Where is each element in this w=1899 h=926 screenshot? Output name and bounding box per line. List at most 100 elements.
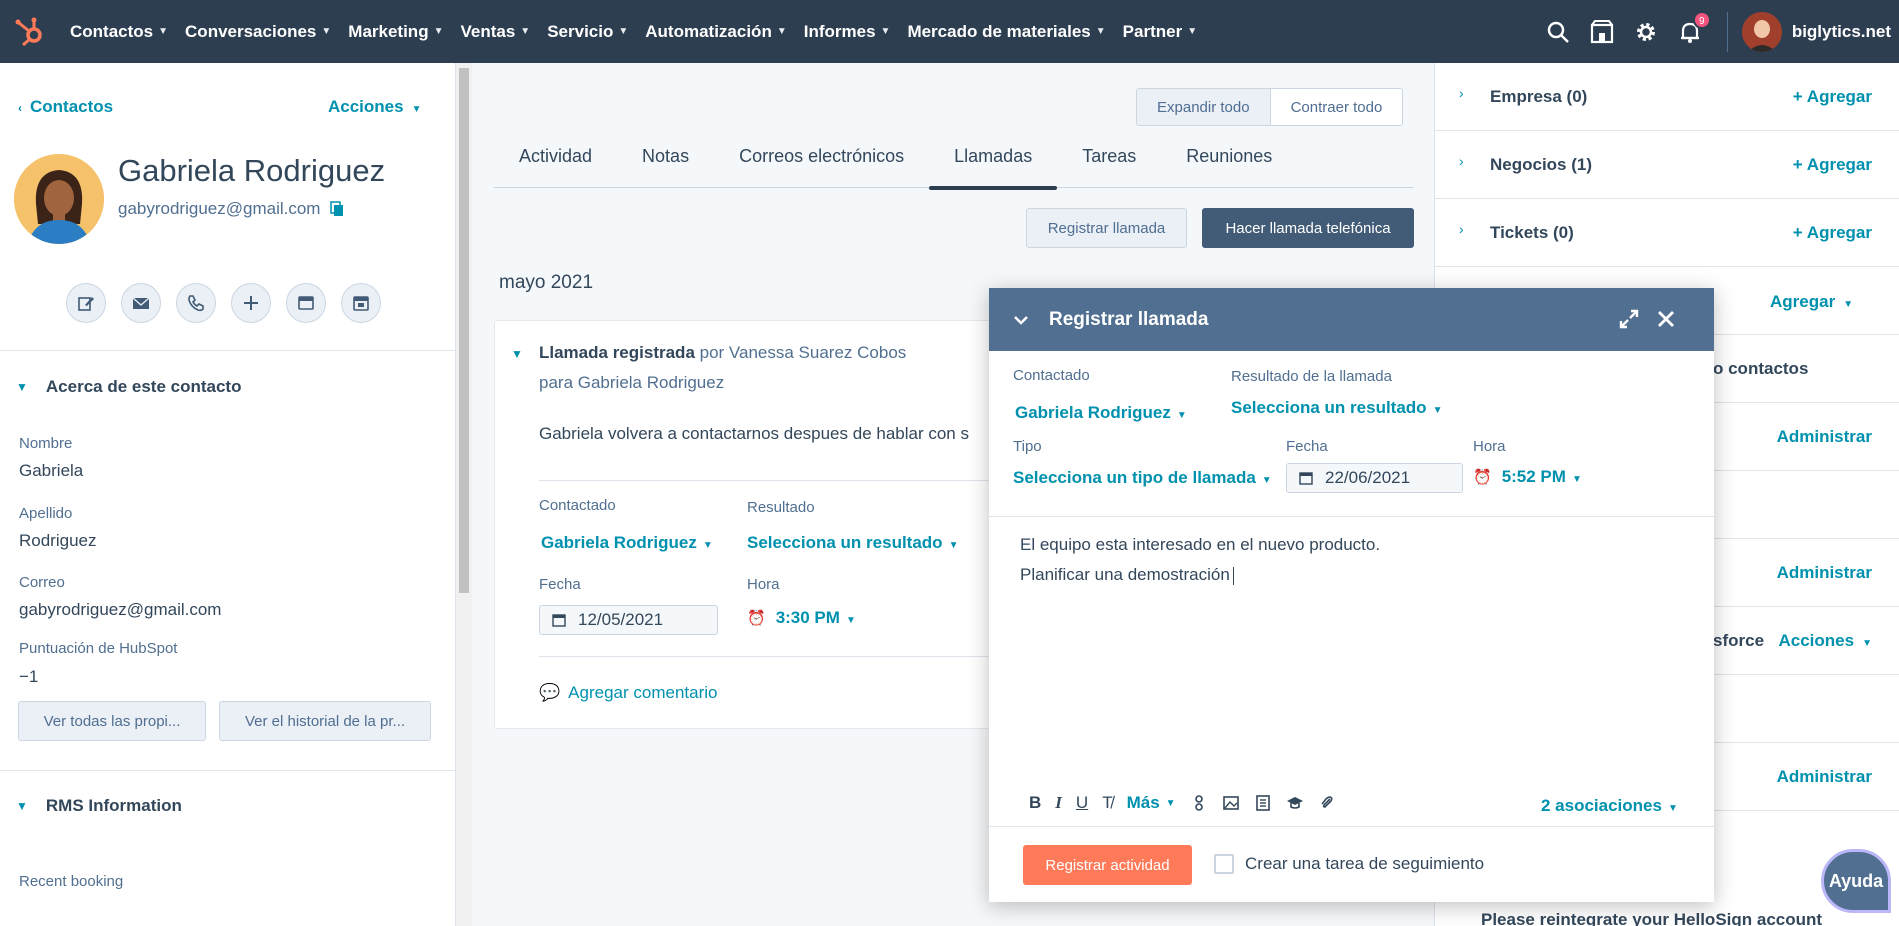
followup-task-label[interactable]: Crear una tarea de seguimiento: [1245, 854, 1484, 874]
add-task-button[interactable]: [231, 283, 271, 323]
tab-correos[interactable]: Correos electrónicos: [714, 146, 929, 188]
about-section-toggle[interactable]: ▼ Acerca de este contacto: [16, 377, 241, 397]
agregar-dropdown[interactable]: Agregar ▼: [1770, 292, 1853, 312]
modal-contacted-label: Contactado: [1013, 367, 1090, 384]
view-all-properties-button[interactable]: Ver todas las propi...: [18, 701, 206, 741]
prop-value-correo[interactable]: gabyrodriguez@gmail.com: [19, 600, 221, 620]
clear-format-icon[interactable]: T̸: [1102, 793, 1112, 813]
modal-date-input[interactable]: 22/06/2021: [1286, 463, 1463, 493]
salesforce-actions-dropdown[interactable]: Acciones ▼: [1779, 631, 1873, 651]
italic-icon[interactable]: I: [1055, 793, 1062, 813]
card-contacted-dropdown[interactable]: Gabriela Rodriguez ▼: [541, 533, 713, 553]
chevron-down-icon: ▼: [1187, 26, 1198, 37]
collapse-all-button[interactable]: Contraer todo: [1270, 89, 1403, 125]
expand-icon[interactable]: [1618, 308, 1640, 330]
image-icon[interactable]: [1222, 794, 1240, 812]
tab-llamadas[interactable]: Llamadas: [929, 146, 1058, 190]
prop-value-nombre[interactable]: Gabriela: [19, 461, 83, 481]
prop-value-apellido[interactable]: Rodriguez: [19, 531, 97, 551]
modal-time-dropdown[interactable]: ⏰ 5:52 PM ▼: [1473, 467, 1582, 487]
card-date-label: Fecha: [539, 576, 581, 593]
hubspot-logo-icon[interactable]: [12, 14, 48, 50]
modal-type-dropdown[interactable]: Selecciona un tipo de llamada ▼: [1013, 468, 1272, 488]
tab-actividad[interactable]: Actividad: [494, 146, 617, 188]
register-activity-button[interactable]: Registrar actividad: [1023, 845, 1192, 885]
card-result-dropdown[interactable]: Selecciona un resultado ▼: [747, 533, 958, 553]
chevron-right-icon[interactable]: ›: [1459, 221, 1464, 237]
chevron-down-icon[interactable]: ▼: [511, 347, 523, 361]
help-button[interactable]: Ayuda: [1821, 849, 1891, 913]
administrar-link-3[interactable]: Administrar: [1777, 767, 1872, 787]
empresa-section: › Empresa (0) + Agregar: [1435, 63, 1899, 131]
plus-icon: [244, 296, 258, 310]
modal-result-dropdown[interactable]: Selecciona un resultado ▼: [1231, 398, 1442, 418]
back-to-contacts-link[interactable]: ‹ Contactos: [18, 97, 113, 117]
expand-all-button[interactable]: Expandir todo: [1137, 89, 1271, 125]
nav-informes[interactable]: Informes ▼: [804, 22, 891, 42]
chevron-down-icon: ▼: [16, 380, 28, 394]
administrar-link-2[interactable]: Administrar: [1777, 563, 1872, 583]
scrollbar-thumb[interactable]: [459, 68, 469, 593]
logged-call-card: ▼ Llamada registrada por Vanessa Suarez …: [494, 320, 1034, 729]
associations-dropdown[interactable]: 2 asociaciones ▼: [1541, 796, 1678, 816]
administrar-link-1[interactable]: Administrar: [1777, 427, 1872, 447]
expand-collapse-group: Expandir todo Contraer todo: [1136, 88, 1404, 126]
make-call-button[interactable]: Hacer llamada telefónica: [1202, 208, 1414, 248]
tab-reuniones[interactable]: Reuniones: [1161, 146, 1297, 188]
card-time-dropdown[interactable]: ⏰ 3:30 PM ▼: [747, 608, 856, 628]
email-button[interactable]: [121, 283, 161, 323]
tab-tareas[interactable]: Tareas: [1057, 146, 1161, 188]
contact-name: Gabriela Rodriguez: [118, 153, 386, 188]
followup-task-checkbox[interactable]: [1214, 854, 1234, 874]
left-scrollbar[interactable]: [456, 63, 472, 926]
chevron-right-icon[interactable]: ›: [1459, 85, 1464, 101]
comment-icon: 💬: [539, 683, 561, 702]
add-comment-link[interactable]: 💬 Agregar comentario: [539, 683, 717, 703]
call-button[interactable]: [176, 283, 216, 323]
nav-automatizacion[interactable]: Automatización ▼: [645, 22, 786, 42]
account-name[interactable]: biglytics.net: [1792, 22, 1891, 42]
empresa-add-link[interactable]: + Agregar: [1793, 87, 1872, 107]
copy-icon[interactable]: [330, 201, 344, 217]
knowledge-icon[interactable]: [1286, 794, 1304, 812]
more-dropdown[interactable]: Más ▼: [1127, 793, 1176, 813]
card-date-input[interactable]: 12/05/2021: [539, 605, 718, 635]
search-icon[interactable]: [1545, 19, 1571, 45]
negocios-add-link[interactable]: + Agregar: [1793, 155, 1872, 175]
chevron-right-icon[interactable]: ›: [1459, 153, 1464, 169]
tab-notas[interactable]: Notas: [617, 146, 714, 188]
modal-contacted-dropdown[interactable]: Gabriela Rodriguez ▼: [1015, 403, 1187, 423]
nav-mercado[interactable]: Mercado de materiales ▼: [907, 22, 1105, 42]
empresa-title[interactable]: Empresa (0): [1490, 87, 1587, 107]
card-body-text[interactable]: Gabriela volvera a contactarnos despues …: [539, 424, 969, 444]
chevron-down-icon[interactable]: [1011, 310, 1031, 330]
note-button[interactable]: [66, 283, 106, 323]
marketplace-icon[interactable]: [1589, 19, 1615, 45]
snippet-icon[interactable]: [1254, 794, 1272, 812]
tickets-title[interactable]: Tickets (0): [1490, 223, 1574, 243]
attachment-icon[interactable]: [1318, 794, 1336, 812]
bold-icon[interactable]: B: [1029, 793, 1041, 813]
nav-contactos[interactable]: Contactos ▼: [70, 22, 168, 42]
nav-conversaciones[interactable]: Conversaciones ▼: [185, 22, 331, 42]
log-activity-button[interactable]: [286, 283, 326, 323]
log-call-button[interactable]: Registrar llamada: [1026, 208, 1187, 248]
meeting-button[interactable]: [341, 283, 381, 323]
negocios-title[interactable]: Negocios (1): [1490, 155, 1592, 175]
rms-section-toggle[interactable]: ▼ RMS Information: [16, 796, 182, 816]
actions-dropdown[interactable]: Acciones ▼: [328, 97, 422, 117]
link-icon[interactable]: [1190, 794, 1208, 812]
gear-icon[interactable]: [1633, 19, 1659, 45]
property-history-button[interactable]: Ver el historial de la pr...: [219, 701, 431, 741]
close-icon[interactable]: [1655, 308, 1677, 330]
underline-icon[interactable]: U: [1076, 793, 1088, 813]
bell-icon[interactable]: 9: [1677, 10, 1711, 45]
nav-ventas[interactable]: Ventas ▼: [460, 22, 530, 42]
caret-down-icon: ▼: [1432, 405, 1443, 416]
call-notes-editor[interactable]: El equipo esta interesado en el nuevo pr…: [1020, 530, 1380, 590]
tickets-add-link[interactable]: + Agregar: [1793, 223, 1872, 243]
nav-marketing[interactable]: Marketing ▼: [348, 22, 443, 42]
nav-servicio[interactable]: Servicio ▼: [547, 22, 628, 42]
user-avatar[interactable]: [1741, 11, 1782, 52]
nav-partner[interactable]: Partner ▼: [1123, 22, 1197, 42]
